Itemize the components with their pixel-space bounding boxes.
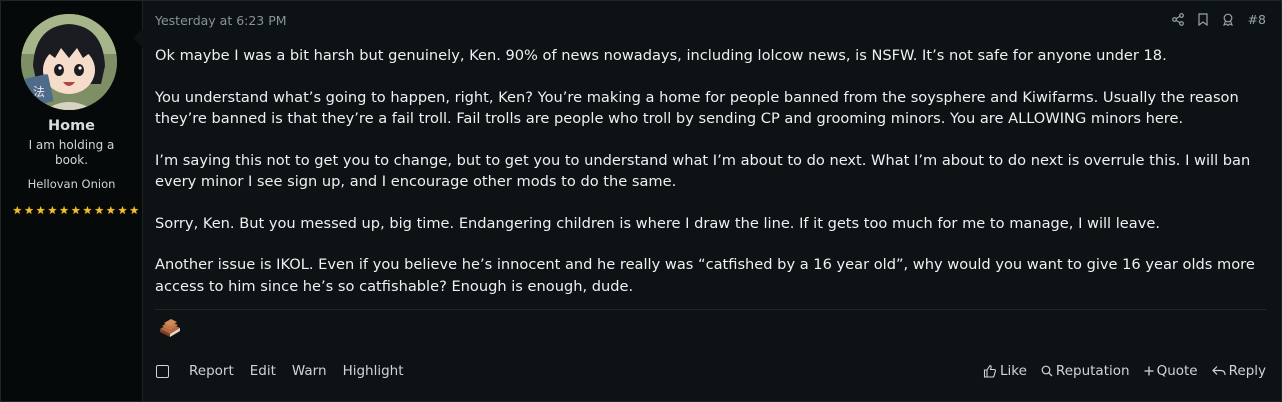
quote-label: Quote <box>1156 363 1198 379</box>
like-label: Like <box>1000 363 1027 379</box>
post-paragraph: You understand what’s going to happen, r… <box>155 88 1239 128</box>
star-icon: ★ <box>59 204 70 217</box>
post-divider <box>155 309 1266 310</box>
username[interactable]: Home <box>1 118 142 134</box>
reply-icon <box>1211 366 1226 376</box>
post-actions-right: Like Reputation Quote Reply <box>983 363 1266 379</box>
star-icon: ★ <box>35 204 46 217</box>
like-button[interactable]: Like <box>983 363 1027 379</box>
user-title: I am holding a book. <box>28 138 115 167</box>
post-paragraph: Another issue is IKOL. Even if you belie… <box>155 256 1255 295</box>
post-main: Yesterday at 6:23 PM #8 Ok maybe I was a… <box>143 1 1281 401</box>
reputation-button[interactable]: Reputation <box>1041 363 1130 379</box>
warn-link[interactable]: Warn <box>292 363 327 379</box>
post-actions-left: Report Edit Warn Highlight <box>156 363 404 379</box>
bookmark-icon[interactable] <box>1197 13 1208 26</box>
svg-text:法: 法 <box>33 85 45 99</box>
message-post: 法 Home I am holding a book. Hellovan Oni… <box>0 0 1282 402</box>
star-icon: ★ <box>47 204 58 217</box>
plus-icon <box>1144 366 1154 376</box>
star-icon: ★ <box>70 204 81 217</box>
user-sidebar: 法 Home I am holding a book. Hellovan Oni… <box>1 1 143 401</box>
post-number[interactable]: #8 <box>1248 12 1266 27</box>
post-meta-icons: #8 <box>1171 12 1266 27</box>
post-arrow <box>133 28 143 48</box>
star-icon: ★ <box>105 204 116 217</box>
user-rank: Hellovan Onion <box>27 177 116 191</box>
post-body: Ok maybe I was a bit harsh but genuinely… <box>155 45 1270 317</box>
share-icon[interactable] <box>1171 13 1184 26</box>
star-icon: ★ <box>129 204 140 217</box>
user-avatar[interactable]: 法 <box>21 14 117 110</box>
post-paragraph: Sorry, Ken. But you messed up, big time.… <box>155 214 1160 232</box>
reaction-book-icon[interactable] <box>157 317 183 339</box>
search-icon <box>1041 365 1053 376</box>
post-paragraph: I’m saying this not to get you to change… <box>155 151 1251 191</box>
star-icon: ★ <box>24 204 34 217</box>
reply-label: Reply <box>1228 363 1266 379</box>
star-icon: ★ <box>117 204 128 217</box>
award-icon[interactable] <box>1222 13 1234 26</box>
post-paragraph: Ok maybe I was a bit harsh but genuinely… <box>155 47 1167 64</box>
report-link[interactable]: Report <box>189 363 234 379</box>
reply-button[interactable]: Reply <box>1211 363 1266 379</box>
star-icon: ★ <box>82 204 93 217</box>
avatar-illustration: 法 <box>21 14 117 110</box>
user-stars: ★ ★ ★ ★ ★ ★ ★ ★ ★ ★ ★ <box>12 205 140 217</box>
reputation-label: Reputation <box>1055 363 1130 379</box>
highlight-link[interactable]: Highlight <box>343 363 404 379</box>
thumbs-up-icon <box>983 364 996 378</box>
quote-button[interactable]: Quote <box>1144 363 1198 379</box>
edit-link[interactable]: Edit <box>250 363 276 379</box>
select-checkbox[interactable] <box>156 364 169 378</box>
star-icon: ★ <box>12 204 23 217</box>
post-timestamp[interactable]: Yesterday at 6:23 PM <box>155 13 287 28</box>
star-icon: ★ <box>94 204 105 217</box>
